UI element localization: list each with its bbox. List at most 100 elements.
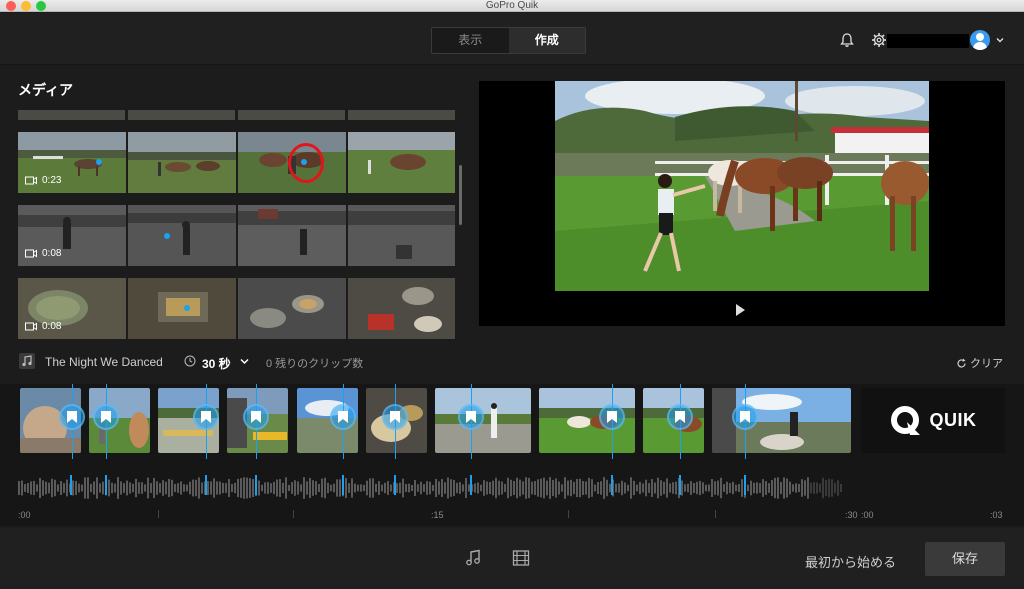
waveform-bar [150, 483, 152, 493]
audio-waveform[interactable] [18, 475, 843, 501]
song-title[interactable]: The Night We Danced [45, 355, 163, 369]
highlight-tag-icon[interactable] [243, 404, 269, 430]
waveform-bar [147, 477, 149, 499]
waveform-bar [459, 482, 461, 494]
clip-frame [128, 278, 236, 339]
clock-icon [184, 355, 196, 367]
waveform-bar [726, 481, 728, 495]
waveform-bar [765, 481, 767, 495]
highlight-tag-icon[interactable] [59, 404, 85, 430]
waveform-bar [486, 481, 488, 495]
highlight-tag-icon[interactable] [193, 404, 219, 430]
waveform-bar [51, 478, 53, 498]
waveform-bar [573, 481, 575, 495]
waveform-bar [429, 481, 431, 495]
waveform-bar [321, 478, 323, 498]
waveform-bar [306, 481, 308, 495]
waveform-bar [519, 479, 521, 497]
waveform-bar [618, 483, 620, 493]
waveform-bar [285, 477, 287, 499]
waveform-bar [591, 479, 593, 497]
music-note-icon[interactable] [19, 353, 35, 369]
waveform-bar [234, 482, 236, 494]
waveform-bar [801, 479, 803, 497]
waveform-bar [309, 478, 311, 498]
waveform-bar [207, 481, 209, 495]
waveform-bar [279, 479, 281, 497]
waveform-bar [72, 480, 74, 496]
waveform-bar [165, 481, 167, 495]
highlight-tag-icon[interactable] [667, 404, 693, 430]
waveform-bar [780, 481, 782, 495]
avatar-icon[interactable] [970, 30, 990, 50]
waveform-bar [408, 483, 410, 493]
highlight-tag-icon[interactable] [382, 404, 408, 430]
waveform-bar [225, 483, 227, 493]
waveform-bar [126, 480, 128, 496]
gear-icon[interactable] [871, 32, 887, 48]
waveform-bar [417, 484, 419, 492]
highlight-tag-icon[interactable] [458, 404, 484, 430]
media-row-partial [18, 110, 455, 120]
waveform-marker [70, 475, 72, 495]
media-clip[interactable]: 0:23 [18, 132, 455, 193]
waveform-bar [537, 479, 539, 497]
highlight-tag-icon[interactable] [732, 404, 758, 430]
chevron-down-icon[interactable] [240, 358, 249, 365]
media-clip[interactable]: 0:08 [18, 278, 455, 339]
chevron-down-icon[interactable] [995, 35, 1005, 45]
waveform-bar [312, 480, 314, 496]
waveform-bar [747, 484, 749, 492]
title-bar: GoPro Quik [0, 0, 1024, 12]
waveform-bar [411, 484, 413, 492]
highlight-tag-icon[interactable] [599, 404, 625, 430]
waveform-marker [255, 475, 257, 495]
waveform-bar [501, 481, 503, 495]
waveform-bar [768, 483, 770, 493]
waveform-bar [30, 481, 32, 495]
clip-frame [128, 132, 236, 193]
waveform-bar [555, 478, 557, 498]
tab-create[interactable]: 作成 [508, 28, 585, 53]
waveform-bar [606, 479, 608, 497]
film-strip-icon[interactable] [512, 549, 530, 567]
bottom-toolbar: 最初から始める 保存 [0, 528, 1024, 589]
waveform-bar [303, 477, 305, 499]
music-note-icon[interactable] [464, 549, 482, 567]
waveform-bar [675, 481, 677, 495]
highlight-tag-icon[interactable] [330, 404, 356, 430]
play-icon[interactable] [734, 304, 746, 316]
waveform-bar [762, 479, 764, 497]
ruler-label: :15 [431, 510, 444, 520]
waveform-bar [210, 481, 212, 495]
quik-outro-card[interactable]: QUIK [861, 388, 1005, 453]
quik-brand-text: QUIK [929, 410, 977, 430]
waveform-bar [720, 477, 722, 499]
bell-icon[interactable] [839, 32, 855, 48]
clear-button[interactable]: クリア [956, 355, 1003, 371]
waveform-bar [492, 480, 494, 496]
highlight-tag-icon[interactable] [93, 404, 119, 430]
waveform-bar [228, 479, 230, 497]
video-preview[interactable] [479, 81, 1005, 326]
tab-view[interactable]: 表示 [432, 28, 509, 53]
waveform-bar [87, 477, 89, 499]
waveform-bar [315, 481, 317, 495]
waveform-bar [633, 480, 635, 496]
waveform-bar [777, 477, 779, 499]
waveform-bar [336, 479, 338, 497]
waveform-bar [741, 479, 743, 497]
media-clip[interactable]: 0:08 [18, 205, 455, 266]
waveform-bar [615, 483, 617, 493]
restart-button[interactable]: 最初から始める [805, 552, 896, 571]
media-scrollbar[interactable] [459, 165, 462, 225]
waveform-bar [423, 484, 425, 492]
waveform-bar [699, 480, 701, 496]
highlight-dot [164, 233, 170, 239]
duration-select[interactable]: 30 秒 [202, 355, 231, 372]
save-button[interactable]: 保存 [925, 542, 1005, 576]
waveform-bar [483, 480, 485, 496]
waveform-bar [783, 477, 785, 499]
waveform-bar [816, 482, 818, 494]
waveform-bar [495, 477, 497, 499]
